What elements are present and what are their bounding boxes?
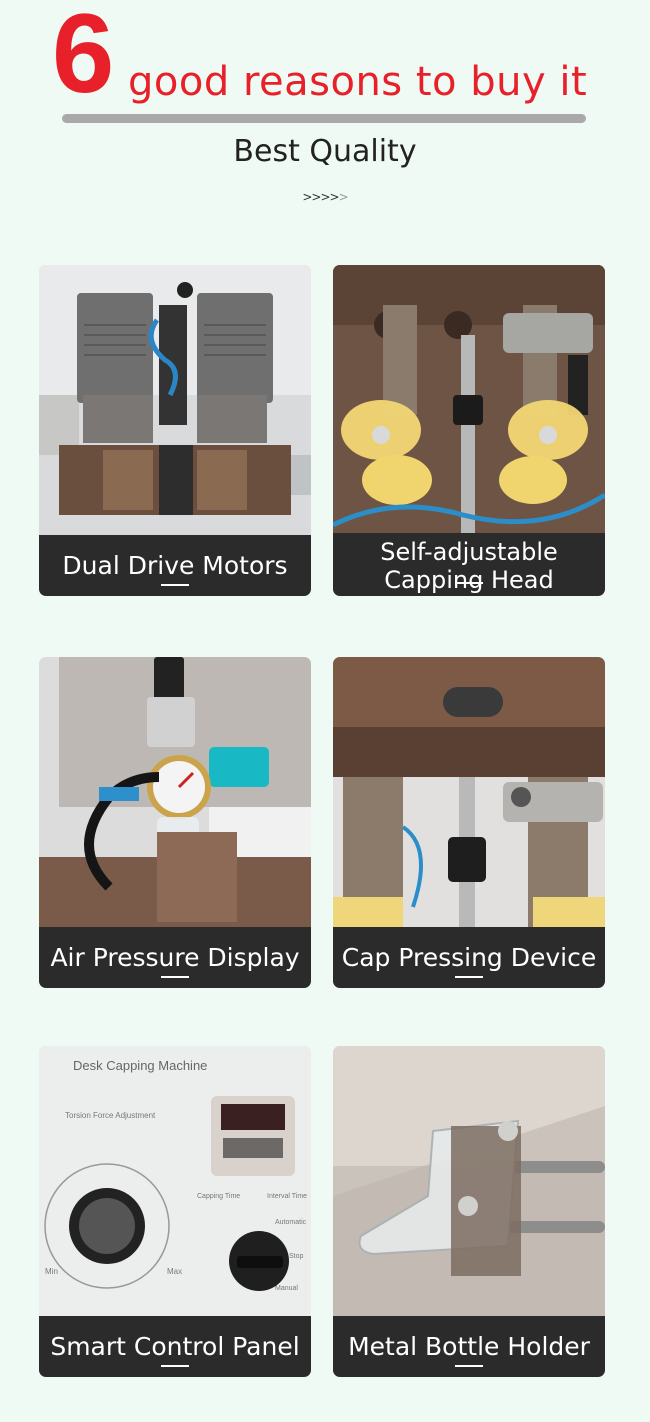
- feature-label-wrap: Self-adjustable Capping Head: [380, 538, 558, 594]
- panel-interval-time-text: Interval Time: [267, 1193, 307, 1200]
- caption-underline: [455, 582, 483, 584]
- caption-underline: [161, 976, 189, 978]
- panel-max-text: Max: [167, 1267, 182, 1276]
- feature-card-air-pressure: Air Pressure Display: [39, 657, 311, 988]
- feature-card-cap-pressing: Cap Pressing Device: [333, 657, 605, 988]
- feature-card-dual-drive-motors: Dual Drive Motors: [39, 265, 311, 596]
- feature-label-line1: Self-adjustable: [380, 537, 558, 566]
- feature-card-control-panel: Desk Capping Machine Torsion Force Adjus…: [39, 1046, 311, 1377]
- panel-min-text: Min: [45, 1267, 58, 1276]
- feature-label-line2: Capping Head: [384, 565, 554, 594]
- capping-head-photo: [333, 265, 605, 535]
- feature-label: Metal Bottle Holder: [348, 1331, 590, 1361]
- panel-manual-text: Manual: [275, 1285, 298, 1292]
- feature-card-bottle-holder: Metal Bottle Holder: [333, 1046, 605, 1377]
- chevrons-faded: >: [338, 190, 349, 204]
- cap-pressing-photo: [333, 657, 605, 927]
- feature-caption: Self-adjustable Capping Head: [333, 533, 605, 596]
- bottle-holder-photo: [333, 1046, 605, 1316]
- feature-caption: Cap Pressing Device: [333, 927, 605, 988]
- headline-number: 6: [52, 0, 115, 116]
- feature-label: Smart Control Panel: [50, 1331, 300, 1361]
- feature-label: Cap Pressing Device: [341, 942, 597, 972]
- panel-title-text: Desk Capping Machine: [73, 1058, 207, 1073]
- headline: 6 good reasons to buy it: [0, 0, 650, 130]
- headline-text: good reasons to buy it: [128, 59, 588, 105]
- caption-underline: [455, 976, 483, 978]
- chevron-arrows-icon: >>>>>: [0, 190, 650, 204]
- feature-caption: Dual Drive Motors: [39, 535, 311, 596]
- feature-caption: Smart Control Panel: [39, 1316, 311, 1377]
- subtitle: Best Quality: [233, 134, 417, 169]
- panel-capping-time-text: Capping Time: [197, 1193, 240, 1200]
- feature-label: Air Pressure Display: [50, 942, 300, 972]
- panel-torsion-text: Torsion Force Adjustment: [65, 1111, 156, 1120]
- feature-label: Dual Drive Motors: [62, 550, 288, 580]
- panel-automatic-text: Automatic: [275, 1219, 307, 1226]
- feature-card-capping-head: Self-adjustable Capping Head: [333, 265, 605, 596]
- air-pressure-photo: [39, 657, 311, 927]
- dual-motors-photo: [39, 265, 311, 535]
- panel-stop-text: Stop: [289, 1253, 304, 1260]
- control-panel-photo: Desk Capping Machine Torsion Force Adjus…: [39, 1046, 311, 1316]
- feature-caption: Air Pressure Display: [39, 927, 311, 988]
- feature-caption: Metal Bottle Holder: [333, 1316, 605, 1377]
- chevrons-dark: >>>>: [302, 190, 339, 204]
- caption-underline: [455, 1365, 483, 1367]
- caption-underline: [161, 1365, 189, 1367]
- caption-underline: [161, 584, 189, 586]
- headline-underline: [62, 114, 586, 123]
